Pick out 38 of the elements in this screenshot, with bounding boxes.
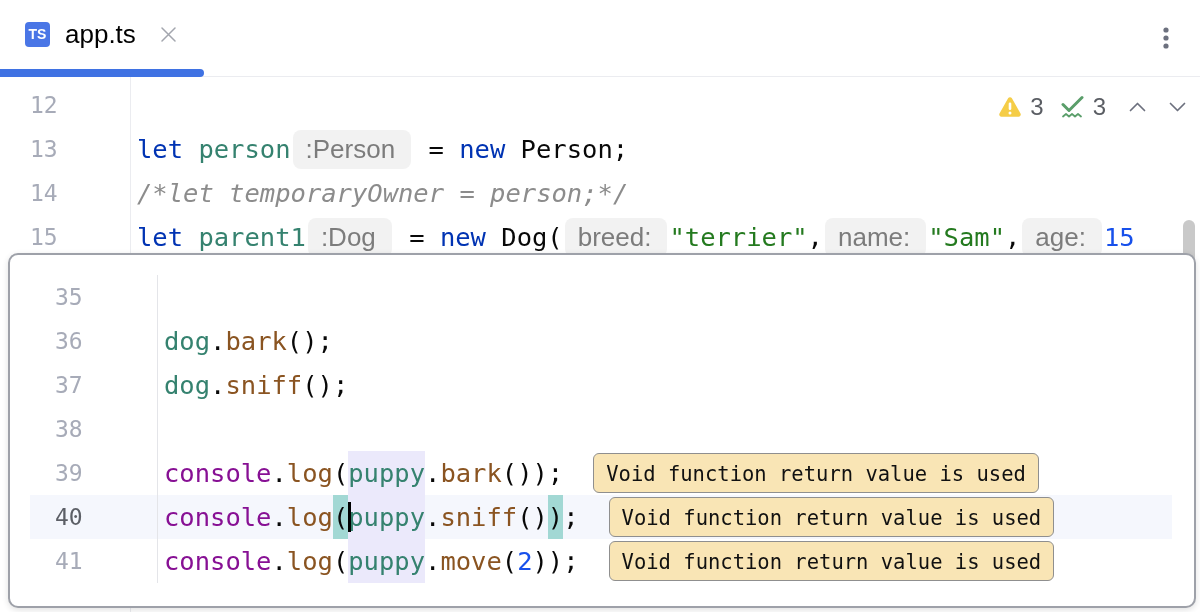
code-text: = new Dog( [408,221,563,254]
inspection-tooltip: Void function return value is used [608,497,1055,537]
code-text: let parent1 [137,221,306,254]
code-text: console.log(puppy.bark()); [164,451,564,495]
line-number: 13 [30,135,58,164]
line-number: 15 [30,223,58,252]
code-text: "Sam", [928,221,1021,254]
file-type-badge: TS [25,22,50,47]
warning-counter[interactable]: 3 [998,89,1044,125]
line-number: 14 [30,179,58,208]
editor-tab[interactable]: TS app.ts [0,0,204,76]
line-number: 38 [55,415,83,444]
more-options-icon[interactable] [1162,27,1170,49]
code-text: let person [137,133,291,166]
line-number: 12 [30,91,58,120]
code-text: 15 [1103,221,1135,254]
code-text: console.log(puppy.move(2)); [164,539,579,583]
line-number: 36 [55,327,83,356]
chevron-up-icon[interactable] [1129,102,1146,112]
code-text: "terrier", [669,221,823,254]
code-text: dog.sniff(); [164,369,349,402]
line-number: 39 [55,459,83,488]
chevron-down-icon[interactable] [1169,102,1186,112]
code-text: console.log( [164,495,349,539]
check-wave-icon [1060,95,1085,119]
code-text: dog.bark(); [164,325,333,358]
warning-icon [998,95,1023,119]
inspection-tooltip: Void function return value is used [608,541,1055,581]
inspection-tooltip: Void function return value is used [593,453,1039,493]
code-text: /*let temporaryOwner = person;*/ [137,177,629,210]
line-number: 35 [55,283,83,312]
line-number: 40 [55,503,83,532]
line-number: 37 [55,371,83,400]
line-number: 41 [55,547,83,576]
check-counter[interactable]: 3 [1060,89,1106,125]
code-text: = new Person; [427,133,629,166]
inlay-hint: :Person [292,129,412,169]
text-cursor [348,502,352,532]
